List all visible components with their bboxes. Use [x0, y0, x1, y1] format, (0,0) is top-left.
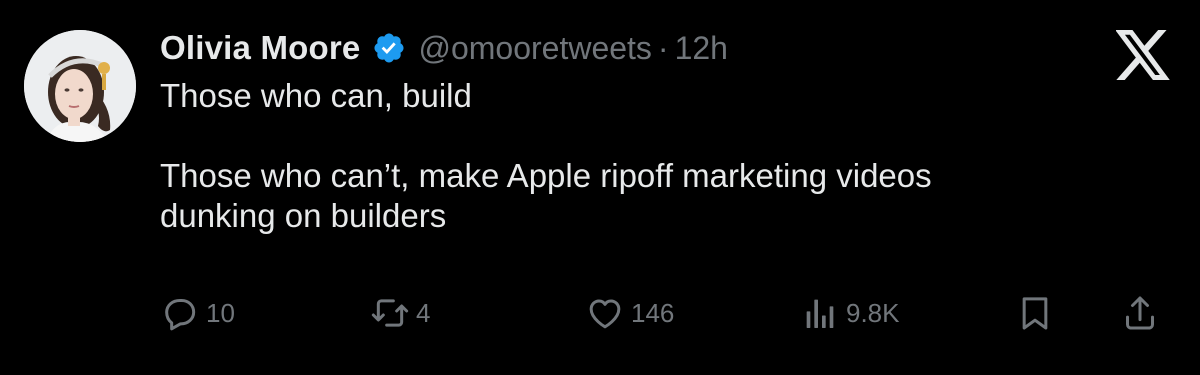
meta-separator: · [657, 29, 669, 66]
x-logo-icon[interactable] [1115, 30, 1172, 80]
reply-count: 10 [206, 297, 235, 328]
repost-icon [371, 299, 409, 327]
views-count: 9.8K [846, 297, 900, 328]
post-header: Olivia Moore @omooretweets · 12h [160, 26, 728, 70]
like-button[interactable]: 146 [585, 288, 674, 338]
views-button[interactable]: 9.8K [800, 288, 900, 338]
post-text-line: Those who can’t, make Apple ripoff marke… [160, 157, 932, 194]
author-handle[interactable]: @omooretweets [418, 30, 651, 67]
post-card: Olivia Moore @omooretweets · 12h Those w… [0, 0, 1200, 375]
bookmark-button[interactable] [1015, 288, 1055, 338]
avatar-image [24, 30, 136, 142]
share-button[interactable] [1120, 288, 1160, 338]
bookmark-icon [1022, 297, 1048, 330]
views-icon [806, 299, 834, 328]
share-icon [1126, 296, 1154, 330]
repost-button[interactable]: 4 [370, 288, 430, 338]
post-timestamp[interactable]: 12h [675, 30, 728, 67]
like-count: 146 [631, 297, 675, 328]
reply-button[interactable]: 10 [160, 288, 235, 338]
author-display-name[interactable]: Olivia Moore [160, 29, 360, 67]
repost-count: 4 [416, 297, 431, 328]
avatar[interactable] [24, 30, 136, 142]
reply-icon [165, 299, 196, 331]
verified-badge-icon [372, 31, 406, 65]
like-icon [589, 299, 621, 329]
post-text-line: Those who can, build [160, 77, 472, 114]
post-actions-bar: 10 4 146 9.8K [160, 288, 1170, 338]
post-text: Those who can, build Those who can’t, ma… [160, 76, 1160, 236]
post-text-line: dunking on builders [160, 197, 447, 234]
